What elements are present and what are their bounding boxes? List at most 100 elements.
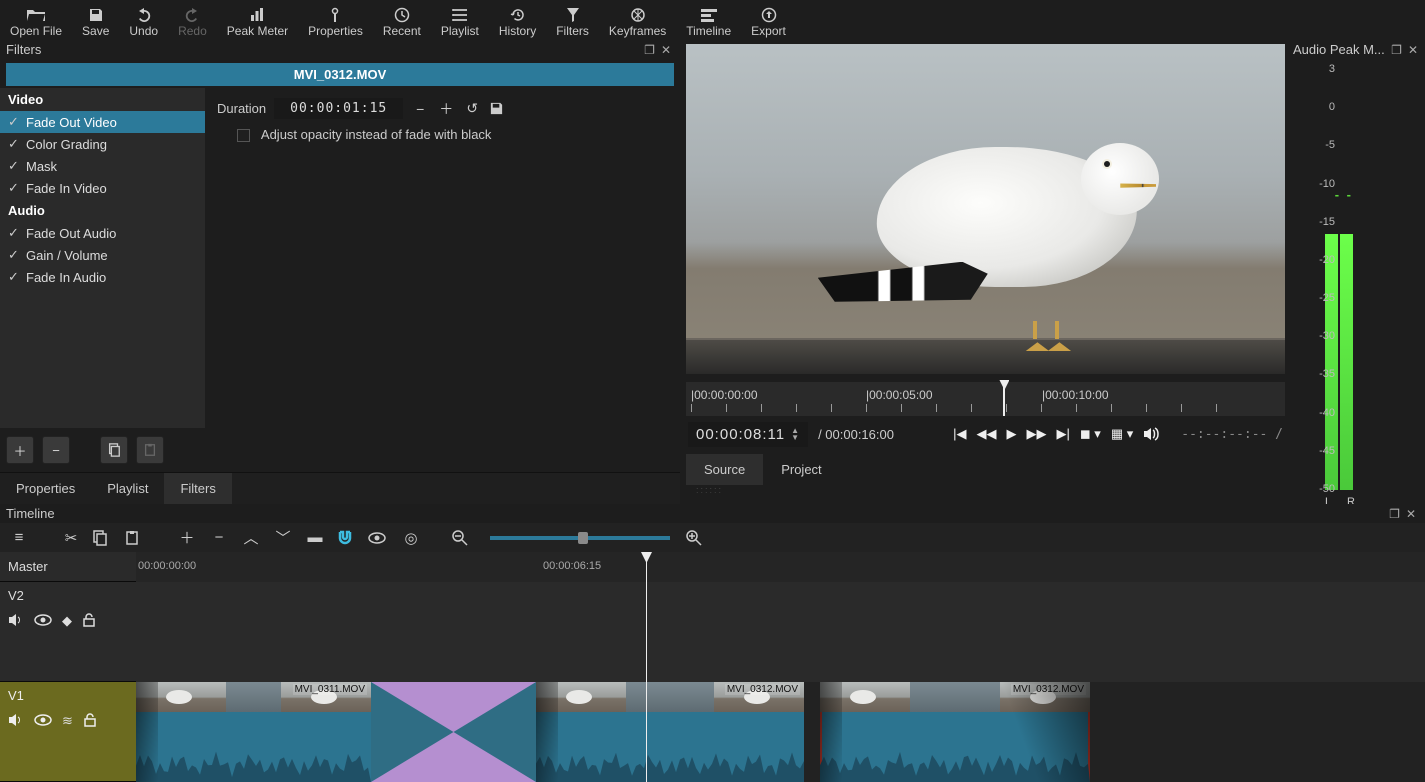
undo-button[interactable]: Undo (119, 4, 168, 40)
filter-item[interactable]: ✓Color Grading (0, 133, 205, 155)
rewind-icon[interactable]: ◀◀ (977, 426, 997, 442)
filter-item[interactable]: ✓Fade In Audio (0, 266, 205, 288)
timeline-transition[interactable] (371, 682, 536, 782)
keyframes-button[interactable]: Keyframes (599, 4, 676, 40)
save-preset-icon[interactable] (489, 101, 507, 116)
add-filter-button[interactable]: ＋ (6, 436, 34, 464)
remove-icon[interactable]: − (208, 529, 230, 546)
scrub-icon[interactable] (368, 531, 390, 545)
remove-filter-button[interactable]: − (42, 436, 70, 464)
split-icon[interactable]: ▬ (304, 529, 326, 546)
left-tabs: PropertiesPlaylistFilters (0, 472, 680, 504)
filter-item[interactable]: ✓Gain / Volume (0, 244, 205, 266)
mute-icon[interactable] (8, 713, 24, 729)
export-button[interactable]: Export (741, 4, 796, 40)
overwrite-icon[interactable]: ﹀ (272, 527, 294, 548)
append-icon[interactable]: ＋ (176, 527, 198, 548)
snap-icon[interactable] (336, 529, 358, 547)
ripple-icon[interactable]: ◎ (400, 529, 422, 547)
tab-filters[interactable]: Filters (164, 473, 231, 504)
zoom-handle[interactable] (578, 532, 588, 544)
duration-label: Duration (217, 101, 266, 116)
popout-icon[interactable]: ❐ (1386, 507, 1403, 521)
zoom-in-icon[interactable] (686, 530, 708, 546)
paste-icon[interactable] (124, 530, 146, 546)
filter-item[interactable]: ✓Fade In Video (0, 177, 205, 199)
tab-project[interactable]: Project (763, 454, 839, 485)
mute-icon[interactable] (8, 613, 24, 629)
close-icon[interactable]: ✕ (1405, 43, 1421, 57)
timeline-playhead[interactable] (646, 552, 647, 782)
menu-icon[interactable]: ≡ (8, 529, 30, 546)
play-icon[interactable]: ▶ (1007, 426, 1017, 442)
fast-forward-icon[interactable]: ▶▶ (1027, 426, 1047, 442)
ruler-label: |00:00:00:00 (691, 388, 758, 402)
transport-bar: 00:00:08:11 ▲▼ / 00:00:16:00 |◀ ◀◀ ▶ ▶▶ … (686, 416, 1285, 452)
track-v1-lane[interactable]: MVI_0311.MOV MVI_0312.MOVMVI_0312.MOV (136, 682, 1425, 782)
filter-item[interactable]: ✓Fade Out Audio (0, 222, 205, 244)
meter-scale-label: -35 (1319, 368, 1335, 380)
peak-meter-button[interactable]: Peak Meter (217, 4, 298, 40)
close-icon[interactable]: ✕ (1403, 507, 1419, 521)
hide-icon[interactable] (34, 713, 52, 729)
timeline-button[interactable]: Timeline (676, 4, 741, 40)
minus-icon[interactable]: − (411, 101, 429, 117)
timeline-clip[interactable]: MVI_0312.MOV (536, 682, 804, 782)
track-body[interactable]: 00:00:00:0000:00:06:15 MVI_0311.MOVMVI_0… (136, 552, 1425, 782)
meter-scale-label: -5 (1325, 139, 1335, 151)
composite-icon[interactable]: ◆ (62, 613, 72, 629)
composite-icon[interactable]: ≋ (62, 713, 73, 729)
timeline-ruler-label: 00:00:06:15 (543, 560, 601, 572)
hide-icon[interactable] (34, 613, 52, 629)
open-file-button[interactable]: Open File (0, 4, 72, 40)
opacity-option[interactable]: Adjust opacity instead of fade with blac… (217, 127, 668, 142)
zoom-slider[interactable] (490, 536, 670, 540)
zoom-fit-icon[interactable]: ◼ ▾ (1080, 426, 1101, 442)
history-button[interactable]: History (489, 4, 546, 40)
track-head-master[interactable]: Master (0, 552, 136, 582)
track-head-v1[interactable]: V1 ≋ (0, 682, 136, 782)
skip-start-icon[interactable]: |◀ (953, 426, 966, 442)
lock-icon[interactable] (82, 613, 96, 629)
tc-down-icon[interactable]: ▼ (791, 434, 800, 441)
checkbox-icon[interactable] (237, 129, 250, 142)
redo-button[interactable]: Redo (168, 4, 217, 40)
timeline-clip[interactable]: MVI_0311.MOV (136, 682, 371, 782)
close-icon[interactable]: ✕ (658, 43, 674, 57)
panel-grip[interactable]: :::::: (686, 485, 1285, 495)
playlist-button[interactable]: Playlist (431, 4, 489, 40)
recent-button[interactable]: Recent (373, 4, 431, 40)
duration-value[interactable]: 00:00:01:15 (274, 98, 403, 119)
copy-icon[interactable] (92, 530, 114, 546)
lock-icon[interactable] (83, 713, 97, 729)
timeline-clip[interactable]: MVI_0312.MOV (820, 682, 1090, 782)
filters-button[interactable]: Filters (546, 4, 599, 40)
zoom-out-icon[interactable] (452, 530, 474, 546)
lift-icon[interactable]: ︿ (240, 527, 262, 548)
audio-meter: - - LR 30-5-10-15-20-25-30-35-40-45-50 (1295, 63, 1425, 502)
cut-icon[interactable]: ✂ (60, 529, 82, 547)
meter-scale-label: -30 (1319, 330, 1335, 342)
properties-button[interactable]: Properties (298, 4, 373, 40)
filter-item[interactable]: ✓Fade Out Video (0, 111, 205, 133)
copy-filter-button[interactable] (100, 436, 128, 464)
tab-playlist[interactable]: Playlist (91, 473, 164, 504)
filter-item[interactable]: ✓Mask (0, 155, 205, 177)
preview-ruler[interactable]: |00:00:00:00|00:00:05:00|00:00:10:00 (686, 382, 1285, 416)
tab-source[interactable]: Source (686, 454, 763, 485)
popout-icon[interactable]: ❐ (641, 43, 658, 57)
video-preview[interactable] (686, 44, 1285, 374)
reset-icon[interactable]: ↺ (463, 100, 481, 117)
save-button[interactable]: Save (72, 4, 119, 40)
tab-properties[interactable]: Properties (0, 473, 91, 504)
paste-filter-button[interactable] (136, 436, 164, 464)
popout-icon[interactable]: ❐ (1388, 43, 1405, 57)
plus-icon[interactable]: ＋ (437, 99, 455, 119)
volume-icon[interactable] (1143, 427, 1159, 441)
track-head-v2[interactable]: V2 ◆ (0, 582, 136, 682)
current-timecode[interactable]: 00:00:08:11 ▲▼ (688, 422, 808, 447)
track-v2-lane[interactable] (136, 582, 1425, 682)
skip-end-icon[interactable]: ▶| (1057, 426, 1070, 442)
grid-icon[interactable]: ▦ ▾ (1111, 426, 1133, 442)
main-toolbar: Open FileSaveUndoRedoPeak MeterPropertie… (0, 0, 1425, 42)
